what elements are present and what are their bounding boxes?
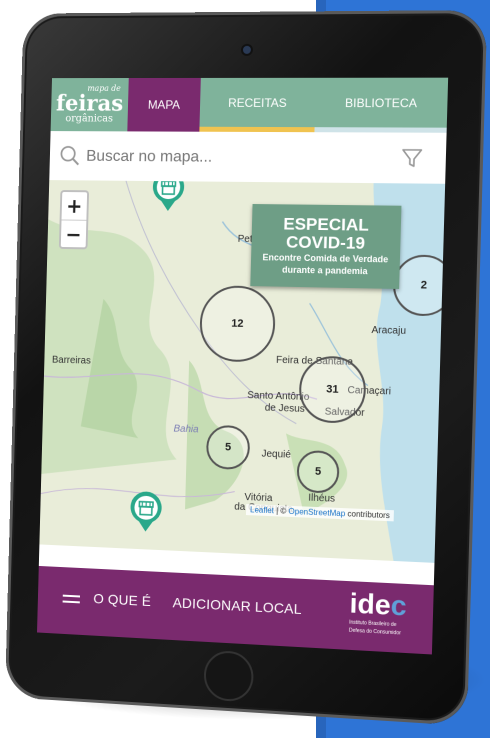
logo-main-text: feiras	[56, 93, 124, 115]
idec-word-c: c	[390, 589, 407, 621]
zoom-control: + −	[59, 190, 89, 249]
market-stall-pin[interactable]	[126, 487, 166, 534]
nav-adicionar-local[interactable]: ADICIONAR LOCAL	[172, 594, 301, 617]
map-label-aracaju: Aracaju	[371, 325, 406, 337]
idec-tagline-2: Defesa do Consumidor	[349, 628, 422, 638]
tab-mapa[interactable]: MAPA	[127, 78, 201, 132]
app-logo[interactable]: mapa de feiras orgânicas	[51, 78, 129, 131]
leaflet-link[interactable]: Leaflet	[250, 505, 274, 515]
idec-word-main: ide	[349, 587, 391, 620]
market-stall-pin[interactable]	[148, 180, 188, 213]
map-label-jequie: Jequié	[261, 449, 291, 461]
app-screen: mapa de feiras orgânicas MAPA RECEITAS B…	[37, 78, 448, 655]
map-label-bahia: Bahia	[173, 424, 198, 436]
search-input[interactable]	[84, 143, 385, 173]
nav-o-que-e[interactable]: O QUE É	[93, 590, 151, 609]
idec-wordmark: idec	[349, 589, 423, 621]
tablet-frame: mapa de feiras orgânicas MAPA RECEITAS B…	[5, 10, 487, 726]
covid-banner-line2: durante a pandemia	[251, 264, 400, 278]
zoom-out-button[interactable]: −	[61, 219, 87, 248]
tab-biblioteca[interactable]: BIBLIOTECA	[314, 78, 448, 133]
covid-banner-title: ESPECIAL COVID-19	[251, 215, 401, 255]
tab-receitas[interactable]: RECEITAS	[199, 78, 316, 132]
map-label-barreiras: Barreiras	[52, 355, 91, 367]
tablet-device: mapa de feiras orgânicas MAPA RECEITAS B…	[5, 10, 490, 743]
search-bar	[49, 131, 446, 184]
home-button[interactable]	[203, 650, 254, 703]
logo-sub-text: orgânicas	[65, 114, 113, 124]
map-view[interactable]: + − Petr Aracaju Barreiras Feira de Sant…	[39, 180, 445, 563]
attribution-suffix: contributors	[345, 509, 390, 520]
bottom-nav: O QUE É ADICIONAR LOCAL idec Instituto B…	[37, 566, 434, 655]
covid-banner[interactable]: ESPECIAL COVID-19 Encontre Comida de Ver…	[250, 204, 401, 289]
osm-link[interactable]: OpenStreetMap	[288, 507, 345, 518]
map-label-de-jesus: de Jesus	[265, 403, 305, 415]
camera-icon	[243, 46, 251, 54]
idec-logo[interactable]: idec Instituto Brasileiro de Defesa do C…	[349, 589, 424, 648]
search-icon[interactable]	[59, 145, 81, 167]
map-label-ilheus: Ilhéus	[308, 493, 335, 505]
top-nav: mapa de feiras orgânicas MAPA RECEITAS B…	[51, 78, 449, 133]
hamburger-icon[interactable]	[62, 593, 80, 608]
zoom-in-button[interactable]: +	[62, 192, 88, 220]
attribution-separator: | ©	[274, 506, 289, 516]
filter-icon[interactable]	[400, 147, 423, 170]
